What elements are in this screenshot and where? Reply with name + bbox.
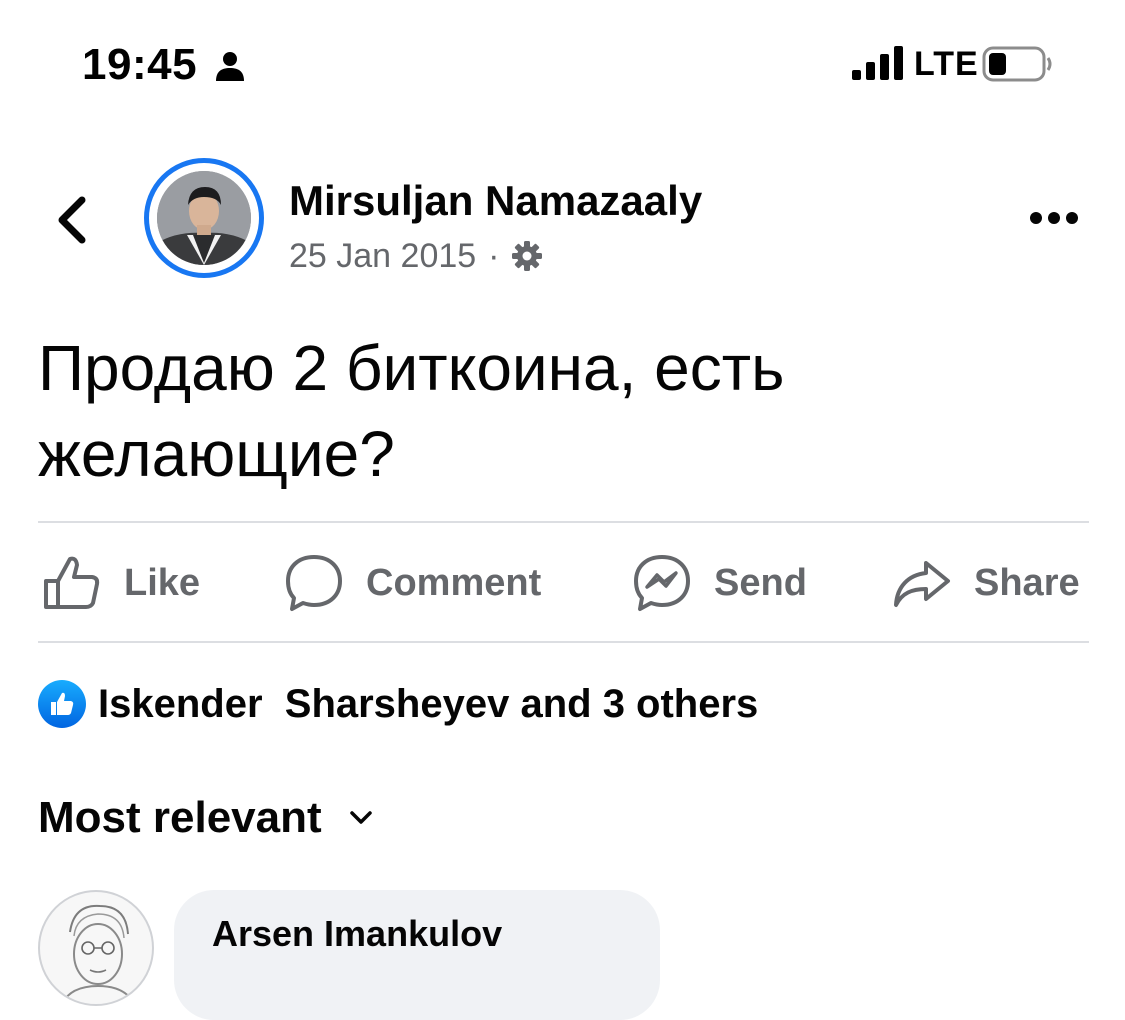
send-label: Send bbox=[714, 561, 807, 604]
signal-icon bbox=[852, 46, 903, 80]
status-time: 19:45 bbox=[82, 40, 198, 89]
thumbs-up-icon bbox=[44, 556, 100, 609]
comment-bubble-icon bbox=[286, 555, 342, 611]
reactions-summary[interactable]: Iskender Sharsheyev and 3 others bbox=[38, 678, 758, 730]
author-avatar[interactable] bbox=[157, 171, 251, 265]
share-label: Share bbox=[974, 561, 1080, 604]
comment-button[interactable]: Comment bbox=[284, 548, 541, 618]
back-chevron-icon[interactable] bbox=[46, 190, 102, 250]
divider-top bbox=[38, 521, 1089, 523]
chevron-down-icon bbox=[349, 811, 372, 824]
network-type: LTE bbox=[914, 45, 979, 83]
status-bar: 19:45 LTE bbox=[0, 0, 1125, 130]
post-date[interactable]: 25 Jan 2015 bbox=[289, 237, 476, 276]
sort-label: Most relevant bbox=[38, 793, 322, 842]
gear-icon[interactable] bbox=[510, 239, 544, 273]
commenter-portrait-image bbox=[60, 904, 136, 1004]
author-name[interactable]: Mirsuljan Namazaaly bbox=[289, 176, 702, 226]
meta-separator: · bbox=[488, 236, 500, 275]
person-icon bbox=[216, 52, 244, 81]
reactions-text: Iskender Sharsheyev and 3 others bbox=[98, 681, 759, 726]
like-button[interactable]: Like bbox=[42, 548, 200, 618]
like-reaction-icon bbox=[38, 680, 86, 728]
divider-bottom bbox=[38, 641, 1089, 643]
messenger-icon bbox=[634, 555, 690, 611]
share-button[interactable]: Share bbox=[892, 548, 1080, 618]
comment-author[interactable]: Arsen Imankulov bbox=[212, 912, 502, 956]
share-arrow-icon bbox=[894, 561, 950, 607]
author-portrait-image bbox=[157, 171, 251, 265]
comment-sort-dropdown[interactable]: Most relevant bbox=[38, 792, 374, 844]
send-button[interactable]: Send bbox=[632, 548, 807, 618]
more-options-icon[interactable] bbox=[1024, 198, 1084, 238]
battery-icon bbox=[982, 46, 1052, 82]
post-text: Продаю 2 биткоина, есть желающие? bbox=[38, 332, 785, 490]
post-meta: 25 Jan 2015 · bbox=[289, 234, 544, 278]
like-label: Like bbox=[124, 561, 201, 604]
commenter-avatar[interactable] bbox=[38, 890, 154, 1006]
comment-label: Comment bbox=[366, 561, 542, 604]
